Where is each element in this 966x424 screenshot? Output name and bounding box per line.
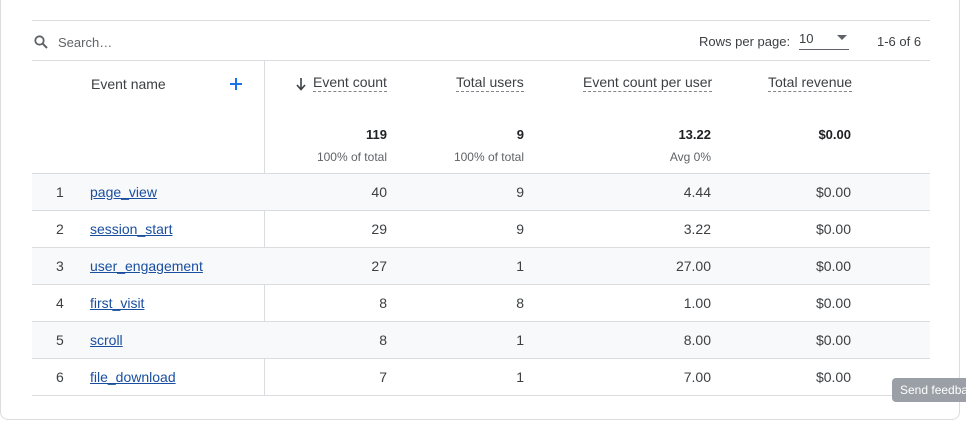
total-users-share: 100% of total xyxy=(453,150,524,164)
send-feedback-button[interactable]: Send feedback xyxy=(892,378,966,402)
total-event-count-per-user-avg: Avg 0% xyxy=(669,150,711,164)
column-header-event-name: Event name xyxy=(91,76,166,92)
search-icon xyxy=(34,35,48,49)
header-divider xyxy=(32,60,930,61)
sort-descending-icon[interactable] xyxy=(295,77,307,91)
total-event-count-share: 100% of total xyxy=(316,150,387,164)
add-dimension-button[interactable] xyxy=(226,74,246,94)
total-users-cell: 8 xyxy=(516,295,524,311)
event-count-cell: 40 xyxy=(371,184,387,200)
row-index: 5 xyxy=(56,332,64,348)
row-index: 2 xyxy=(56,221,64,237)
table-row: 5 scroll 8 1 8.00 $0.00 xyxy=(32,321,930,358)
column-header-event-count-per-user[interactable]: Event count per user xyxy=(583,74,713,92)
event-count-per-user-cell: 27.00 xyxy=(675,258,711,274)
event-count-per-user-cell: 7.00 xyxy=(683,369,711,385)
row-index: 4 xyxy=(56,295,64,311)
total-revenue-cell: $0.00 xyxy=(815,332,851,348)
pagination-range: 1-6 of 6 xyxy=(877,34,922,49)
column-header-event-count[interactable]: Event count xyxy=(313,74,387,92)
event-count-cell: 8 xyxy=(379,295,387,311)
table-row: 1 page_view 40 9 4.44 $0.00 xyxy=(32,173,930,210)
event-count-per-user-cell: 8.00 xyxy=(683,332,711,348)
total-users-cell: 9 xyxy=(516,221,524,237)
row-index: 1 xyxy=(56,184,64,200)
event-count-cell: 7 xyxy=(379,369,387,385)
event-count-cell: 29 xyxy=(371,221,387,237)
plus-icon xyxy=(230,78,242,90)
event-name-link[interactable]: scroll xyxy=(90,332,123,348)
total-users-cell: 9 xyxy=(516,184,524,200)
column-header-total-users[interactable]: Total users xyxy=(456,74,524,92)
top-divider xyxy=(32,20,930,21)
table-row: 2 session_start 29 9 3.22 $0.00 xyxy=(32,210,930,247)
table-row: 4 first_visit 8 8 1.00 $0.00 xyxy=(32,284,930,321)
total-users-cell: 1 xyxy=(516,369,524,385)
event-count-cell: 27 xyxy=(371,258,387,274)
total-revenue-cell: $0.00 xyxy=(815,184,851,200)
column-header-total-revenue[interactable]: Total revenue xyxy=(768,74,853,92)
total-users: 9 xyxy=(516,127,524,142)
event-name-link[interactable]: first_visit xyxy=(90,295,144,311)
total-revenue-cell: $0.00 xyxy=(815,221,851,237)
rows-per-page-select[interactable]: 10 xyxy=(799,30,849,50)
event-name-link[interactable]: session_start xyxy=(90,221,172,237)
row-index: 6 xyxy=(56,369,64,385)
total-revenue-cell: $0.00 xyxy=(815,369,851,385)
event-count-cell: 8 xyxy=(379,332,387,348)
total-event-count: 119 xyxy=(366,127,387,142)
row-index: 3 xyxy=(56,258,64,274)
event-count-per-user-cell: 1.00 xyxy=(683,295,711,311)
table-row: 6 file_download 7 1 7.00 $0.00 xyxy=(32,358,930,396)
chevron-down-icon xyxy=(837,35,847,40)
total-users-cell: 1 xyxy=(516,258,524,274)
search-input[interactable] xyxy=(58,33,298,51)
event-count-per-user-cell: 3.22 xyxy=(683,221,711,237)
event-name-link[interactable]: user_engagement xyxy=(90,258,203,274)
total-revenue-cell: $0.00 xyxy=(815,258,851,274)
table-row: 3 user_engagement 27 1 27.00 $0.00 xyxy=(32,247,930,284)
total-users-cell: 1 xyxy=(516,332,524,348)
total-event-count-per-user: 13.22 xyxy=(678,127,711,142)
total-revenue-cell: $0.00 xyxy=(815,295,851,311)
event-count-per-user-cell: 4.44 xyxy=(683,184,711,200)
rows-per-page-value: 10 xyxy=(799,31,814,46)
total-revenue: $0.00 xyxy=(818,127,851,142)
event-name-link[interactable]: file_download xyxy=(90,369,176,385)
rows-per-page-label: Rows per page: xyxy=(699,34,791,49)
event-name-link[interactable]: page_view xyxy=(90,184,157,200)
